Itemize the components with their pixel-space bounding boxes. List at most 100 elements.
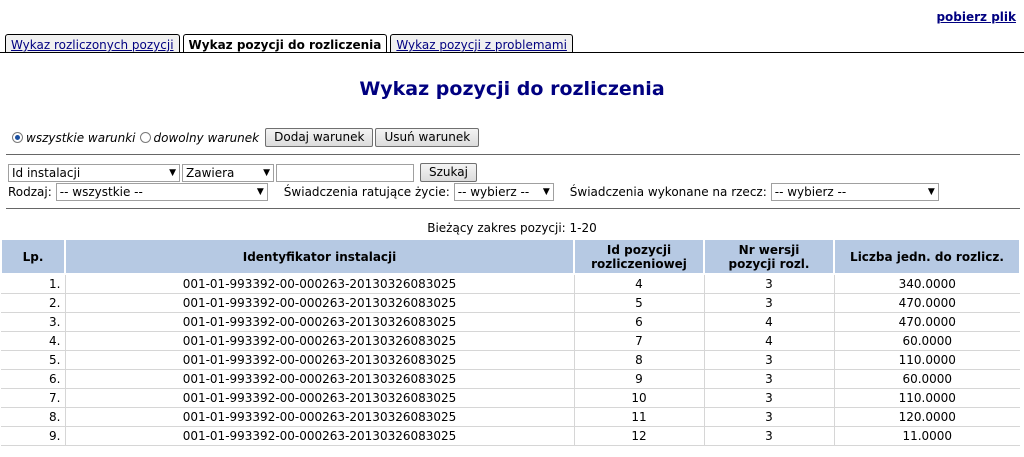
col-position-id-line2: rozliczeniowej <box>591 256 687 271</box>
table-row: 1. 001-01-993392-00-000263-20130326083025… <box>1 274 1020 294</box>
operator-select[interactable]: Zawiera ▼ <box>182 163 274 182</box>
cell-position-id: 4 <box>574 274 705 294</box>
cell-units: 470.0000 <box>834 312 1020 332</box>
col-installation-id[interactable]: Identyfikator instalacji <box>64 238 575 275</box>
table-row: 6. 001-01-993392-00-000263-20130326083025… <box>1 369 1020 389</box>
cell-installation-id: 001-01-993392-00-000263-20130326083025 <box>65 407 575 427</box>
cell-lp: 7. <box>1 388 66 408</box>
chevron-down-icon: ▼ <box>263 167 270 178</box>
cell-lp: 3. <box>1 312 66 332</box>
cell-installation-id: 001-01-993392-00-000263-20130326083025 <box>65 426 575 446</box>
cell-installation-id: 001-01-993392-00-000263-20130326083025 <box>65 388 575 408</box>
chevron-down-icon: ▼ <box>927 187 935 197</box>
col-version[interactable]: Nr wersji pozycji rozl. <box>703 238 835 275</box>
cell-position-id: 8 <box>574 350 705 370</box>
cell-lp: 4. <box>1 331 66 351</box>
chevron-down-icon: ▼ <box>542 187 550 197</box>
cell-position-id: 10 <box>574 388 705 408</box>
any-condition-radio[interactable] <box>139 132 151 143</box>
cell-position-id: 11 <box>574 407 705 427</box>
any-condition-label: dowolny warunek <box>153 130 260 145</box>
page-title: Wykaz pozycji do rozliczenia <box>359 78 665 100</box>
cell-units: 340.0000 <box>834 274 1020 294</box>
search-row: Id instalacji ▼ Zawiera ▼ Szukaj <box>8 163 477 182</box>
cell-installation-id: 001-01-993392-00-000263-20130326083025 <box>65 369 575 389</box>
cell-version: 4 <box>704 331 835 351</box>
life-saving-select-value: -- wybierz -- <box>457 185 530 199</box>
cell-units: 110.0000 <box>834 388 1020 408</box>
cell-version: 3 <box>704 388 835 408</box>
cell-version: 4 <box>704 312 835 332</box>
performed-for-select[interactable]: -- wybierz -- ▼ <box>770 183 939 201</box>
items-table: Lp. Identyfikator instalacji Id pozycji r… <box>0 238 1021 446</box>
table-header-row: Lp. Identyfikator instalacji Id pozycji r… <box>0 238 1021 275</box>
cell-units: 120.0000 <box>834 407 1020 427</box>
tab-items-to-settle-label: Wykaz pozycji do rozliczenia <box>188 38 382 52</box>
cell-units: 60.0000 <box>834 369 1020 389</box>
table-row: 8. 001-01-993392-00-000263-20130326083025… <box>1 407 1020 427</box>
col-position-id-line1: Id pozycji <box>606 242 672 257</box>
tab-problem-items[interactable]: Wykaz pozycji z problemami <box>390 34 573 53</box>
cell-version: 3 <box>704 350 835 370</box>
tab-bar: Wykaz rozliczonych pozycji Wykaz pozycji… <box>5 34 573 53</box>
table-row: 4. 001-01-993392-00-000263-20130326083025… <box>1 331 1020 351</box>
life-saving-select[interactable]: -- wybierz -- ▼ <box>453 183 554 201</box>
cell-lp: 8. <box>1 407 66 427</box>
cell-version: 3 <box>704 407 835 427</box>
cell-lp: 5. <box>1 350 66 370</box>
col-lp[interactable]: Lp. <box>0 238 66 275</box>
all-conditions-radio[interactable] <box>12 132 23 143</box>
table-row: 7. 001-01-993392-00-000263-20130326083025… <box>1 388 1020 408</box>
condition-row: wszystkie warunki dowolny warunek Dodaj … <box>12 128 480 147</box>
performed-for-select-value: -- wybierz -- <box>774 185 847 199</box>
cell-position-id: 5 <box>574 293 705 313</box>
search-value-input[interactable] <box>276 163 414 182</box>
cell-position-id: 6 <box>574 312 705 332</box>
table-row: 3. 001-01-993392-00-000263-20130326083025… <box>1 312 1020 332</box>
tab-problem-items-label[interactable]: Wykaz pozycji z problemami <box>396 38 567 52</box>
filter-separator-bottom <box>6 208 1020 209</box>
search-button[interactable]: Szukaj <box>420 163 477 182</box>
cell-units: 60.0000 <box>834 331 1020 351</box>
cell-version: 3 <box>704 369 835 389</box>
table-row: 2. 001-01-993392-00-000263-20130326083025… <box>1 293 1020 313</box>
cell-installation-id: 001-01-993392-00-000263-20130326083025 <box>65 331 575 351</box>
cell-lp: 6. <box>1 369 66 389</box>
rodzaj-label: Rodzaj: <box>8 185 52 199</box>
cell-version: 3 <box>704 274 835 294</box>
tab-settled-items-label[interactable]: Wykaz rozliczonych pozycji <box>11 38 174 52</box>
performed-for-label: Świadczenia wykonane na rzecz: <box>569 185 767 199</box>
cell-installation-id: 001-01-993392-00-000263-20130326083025 <box>65 350 575 370</box>
cell-lp: 1. <box>1 274 66 294</box>
table-body: 1. 001-01-993392-00-000263-20130326083025… <box>1 274 1020 446</box>
field-select[interactable]: Id instalacji ▼ <box>8 163 180 182</box>
col-units[interactable]: Liczba jedn. do rozlicz. <box>833 238 1021 275</box>
tab-settled-items[interactable]: Wykaz rozliczonych pozycji <box>5 34 180 53</box>
chevron-down-icon: ▼ <box>169 167 176 178</box>
cell-position-id: 12 <box>574 426 705 446</box>
col-position-id[interactable]: Id pozycji rozliczeniowej <box>573 238 705 275</box>
cell-units: 470.0000 <box>834 293 1020 313</box>
table-row: 5. 001-01-993392-00-000263-20130326083025… <box>1 350 1020 370</box>
col-version-line1: Nr wersji <box>738 242 800 257</box>
cell-lp: 9. <box>1 426 66 446</box>
filter-separator-top <box>6 154 1020 155</box>
rodzaj-select-value: -- wszystkie -- <box>59 185 143 199</box>
cell-version: 3 <box>704 293 835 313</box>
add-condition-button[interactable]: Dodaj warunek <box>265 128 374 147</box>
operator-select-value: Zawiera <box>186 165 235 180</box>
remove-condition-button[interactable]: Usuń warunek <box>375 128 480 147</box>
cell-installation-id: 001-01-993392-00-000263-20130326083025 <box>65 312 575 332</box>
cell-position-id: 9 <box>574 369 705 389</box>
rodzaj-select[interactable]: -- wszystkie -- ▼ <box>55 183 268 201</box>
tab-divider <box>0 52 1024 53</box>
cell-units: 110.0000 <box>834 350 1020 370</box>
cell-units: 11.0000 <box>834 426 1020 446</box>
cell-installation-id: 001-01-993392-00-000263-20130326083025 <box>65 293 575 313</box>
download-file-link[interactable]: pobierz plik <box>936 10 1016 24</box>
cell-installation-id: 001-01-993392-00-000263-20130326083025 <box>65 274 575 294</box>
table-row: 9. 001-01-993392-00-000263-20130326083025… <box>1 426 1020 446</box>
tab-items-to-settle[interactable]: Wykaz pozycji do rozliczenia <box>182 34 388 53</box>
life-saving-label: Świadczenia ratujące życie: <box>283 185 450 199</box>
field-select-value: Id instalacji <box>12 165 81 180</box>
